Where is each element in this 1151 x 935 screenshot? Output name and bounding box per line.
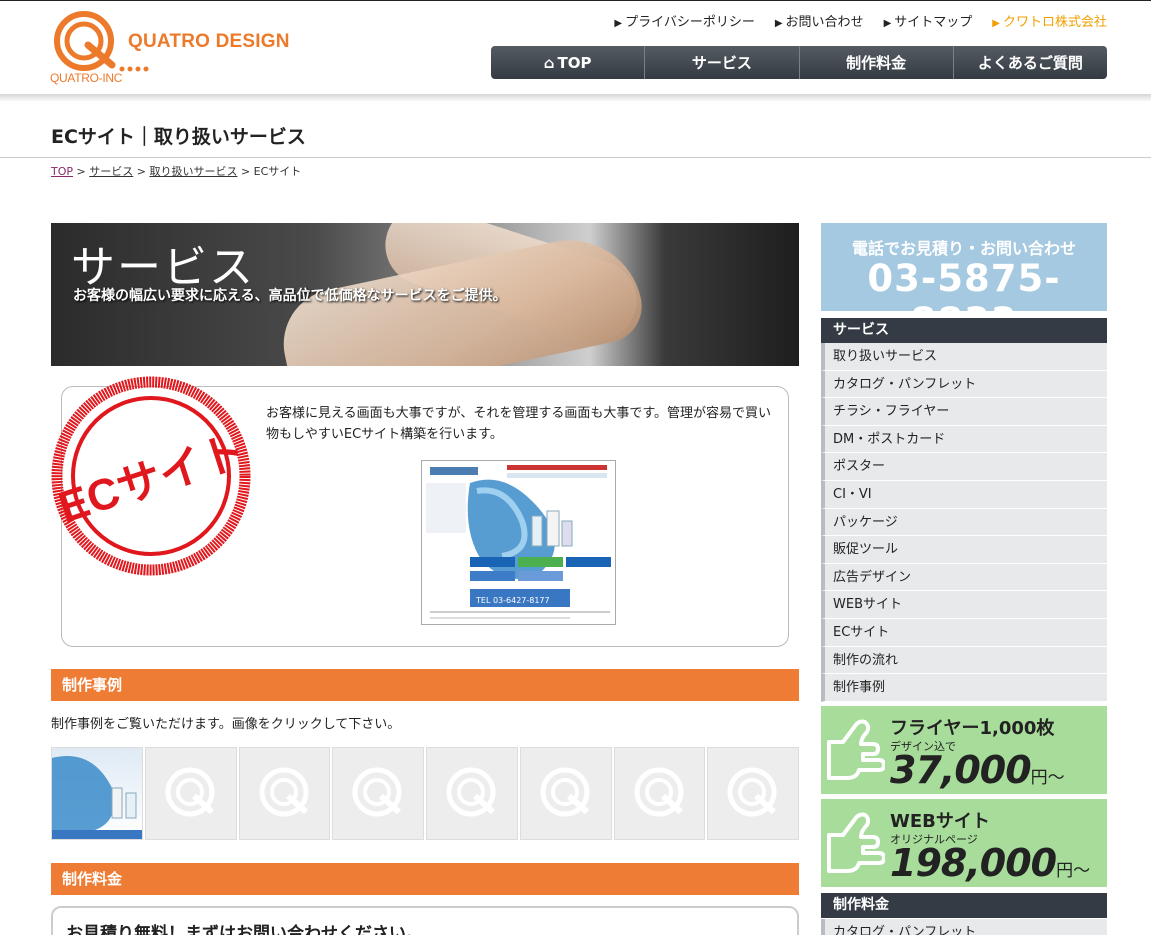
- breadcrumb-link-handled-services[interactable]: 取り扱いサービス: [149, 165, 237, 178]
- util-link-label: プライバシーポリシー: [625, 15, 755, 30]
- page-title: ECサイト｜取り扱いサービス: [51, 126, 306, 148]
- pointing-hand-icon: [827, 812, 885, 873]
- breadcrumb-current: ECサイト: [253, 165, 302, 178]
- promo-web-banner[interactable]: WEBサイト オリジナルページ 198,000円〜: [821, 799, 1107, 887]
- hero-banner: サービス お客様の幅広い要求に応える、高品位で低価格なサービスをご提供。: [51, 223, 799, 366]
- placeholder-q-icon: [352, 767, 402, 817]
- util-link-label: サイトマップ: [894, 15, 973, 30]
- sidebar-item-ad-design[interactable]: 広告デザイン: [821, 563, 1107, 592]
- breadcrumb-separator: >: [76, 165, 86, 178]
- sidebar-item-dm-postcard[interactable]: DM・ポストカード: [821, 425, 1107, 454]
- util-link-company[interactable]: ▶ クワトロ株式会社: [992, 11, 1107, 30]
- logo-sub: QUATRO-INC: [50, 71, 123, 85]
- sidebar-item-web-site[interactable]: WEBサイト: [821, 591, 1107, 619]
- promo-price-value: 198,000: [890, 841, 1057, 885]
- breadcrumb-separator: >: [136, 165, 146, 178]
- sidebar-item-works[interactable]: 制作事例: [821, 674, 1107, 702]
- works-description: 制作事例をご覧いただけます。画像をクリックして下さい。: [51, 717, 401, 732]
- nav-label: 制作料金: [846, 54, 907, 72]
- placeholder-q-icon: [259, 767, 308, 817]
- nav-label: よくあるご質問: [977, 54, 1083, 72]
- triangle-right-icon: ▶: [883, 18, 892, 29]
- pricing-heading: 制作料金: [51, 863, 799, 895]
- promo-price: 198,000円〜: [890, 841, 1090, 885]
- sidebar-item-poster[interactable]: ポスター: [821, 453, 1107, 481]
- works-thumbnail-placeholder[interactable]: [613, 747, 706, 840]
- sidebar-pricing-item-catalog[interactable]: カタログ・パンフレット: [821, 919, 1107, 935]
- breadcrumb-link-services[interactable]: サービス: [89, 165, 133, 178]
- sidebar-item-ci-vi[interactable]: CI・VI: [821, 480, 1107, 509]
- sidebar-services-list: 取り扱いサービス カタログ・パンフレット チラシ・フライヤー DM・ポストカード…: [821, 343, 1107, 702]
- breadcrumb-link-top[interactable]: TOP: [51, 165, 73, 178]
- sidebar-item-flyer[interactable]: チラシ・フライヤー: [821, 398, 1107, 426]
- works-thumbnail-placeholder[interactable]: [426, 747, 518, 840]
- sidebar-pricing-heading: 制作料金: [821, 893, 1107, 918]
- util-link-label: クワトロ株式会社: [1002, 15, 1107, 30]
- sidebar-item-catalog[interactable]: カタログ・パンフレット: [821, 370, 1107, 399]
- works-thumbnail-placeholder[interactable]: [707, 747, 799, 840]
- works-thumbnail-placeholder[interactable]: [144, 747, 237, 840]
- title-divider: [0, 157, 1151, 158]
- promo-title: WEBサイト: [890, 811, 990, 832]
- ec-screenshot-image[interactable]: TEL 03-6427-8177: [421, 460, 616, 625]
- triangle-right-icon: ▶: [992, 18, 1000, 29]
- nav-faq[interactable]: よくあるご質問: [952, 46, 1107, 79]
- works-thumbnails: [51, 747, 799, 840]
- estimate-text: お見積り無料！まずはお問い合わせください。: [66, 924, 423, 935]
- nav-label: サービス: [691, 54, 752, 72]
- works-thumbnail-placeholder[interactable]: [332, 747, 424, 840]
- global-nav: ⌂ TOP サービス 制作料金 よくあるご質問: [491, 46, 1107, 79]
- hero-subtitle: お客様の幅広い要求に応える、高品位で低価格なサービスをご提供。: [73, 288, 507, 304]
- placeholder-q-icon: [165, 767, 215, 817]
- pointing-hand-icon: [827, 719, 885, 780]
- promo-price-unit: 円〜: [1030, 768, 1065, 788]
- nav-services[interactable]: サービス: [644, 46, 798, 79]
- sidebar-item-handled-services[interactable]: 取り扱いサービス: [821, 343, 1107, 371]
- triangle-right-icon: ▶: [614, 18, 623, 29]
- util-link-label: お問い合わせ: [785, 15, 864, 30]
- nav-pricing[interactable]: 制作料金: [798, 46, 953, 79]
- placeholder-q-icon: [446, 767, 496, 817]
- ec-screenshot-graphic: TEL 03-6427-8177: [422, 461, 615, 624]
- phone-label: 電話でお見積り・お問い合わせ: [851, 239, 1076, 258]
- works-thumbnail-placeholder[interactable]: [238, 747, 331, 840]
- breadcrumb: TOP > サービス > 取り扱いサービス > ECサイト: [51, 163, 301, 179]
- sidebar-item-promo-tools[interactable]: 販促ツール: [821, 536, 1107, 564]
- ec-site-stamp-icon: ECサイト: [51, 376, 251, 576]
- sidebar-item-ec-site[interactable]: ECサイト: [821, 618, 1107, 647]
- placeholder-q-icon: [634, 767, 683, 817]
- placeholder-q-icon: [540, 767, 590, 817]
- util-link-privacy[interactable]: ▶ プライバシーポリシー: [614, 11, 754, 30]
- home-icon: ⌂: [543, 53, 555, 72]
- sidebar-item-workflow[interactable]: 制作の流れ: [821, 646, 1107, 675]
- utility-nav: ▶ プライバシーポリシー ▶ お問い合わせ ▶ サイトマップ ▶ クワトロ株式会社: [614, 11, 1107, 30]
- site-logo[interactable]: QUATRO DESIGN QUATRO-INC: [50, 11, 310, 87]
- promo-price-value: 37,000: [890, 748, 1032, 792]
- sidebar-services-heading: サービス: [821, 318, 1107, 343]
- promo-title: フライヤー1,000枚: [890, 718, 1055, 739]
- phone-contact-banner[interactable]: 電話でお見積り・お問い合わせ 03-5875-8833: [821, 223, 1107, 343]
- works-heading: 制作事例: [51, 669, 799, 701]
- placeholder-q-icon: [727, 767, 777, 817]
- triangle-right-icon: ▶: [774, 18, 783, 29]
- promo-price: 37,000円〜: [890, 748, 1065, 792]
- header-shadow: [0, 94, 1151, 102]
- ec-description: お客様に見える画面も大事ですが、それを管理する画面も大事です。管理が容易で買い物…: [266, 406, 772, 442]
- sidebar-item-package[interactable]: パッケージ: [821, 508, 1107, 537]
- works-thumbnail-image: [52, 756, 142, 839]
- util-link-contact[interactable]: ▶ お問い合わせ: [775, 11, 864, 30]
- works-thumbnail-placeholder[interactable]: [519, 747, 612, 840]
- util-link-sitemap[interactable]: ▶ サイトマップ: [884, 11, 973, 30]
- works-thumbnail[interactable]: [51, 747, 143, 840]
- logo-name: QUATRO DESIGN: [128, 31, 290, 52]
- promo-flyer-banner[interactable]: フライヤー1,000枚 デザイン込で 37,000円〜: [821, 706, 1107, 794]
- promo-price-unit: 円〜: [1056, 861, 1091, 881]
- nav-label: TOP: [557, 53, 592, 72]
- site-header: QUATRO DESIGN QUATRO-INC ▶ プライバシーポリシー ▶ お問…: [0, 0, 1151, 96]
- breadcrumb-separator: >: [240, 165, 251, 178]
- screenshot-phone-text: TEL 03-6427-8177: [475, 596, 550, 605]
- nav-top[interactable]: ⌂ TOP: [491, 46, 644, 79]
